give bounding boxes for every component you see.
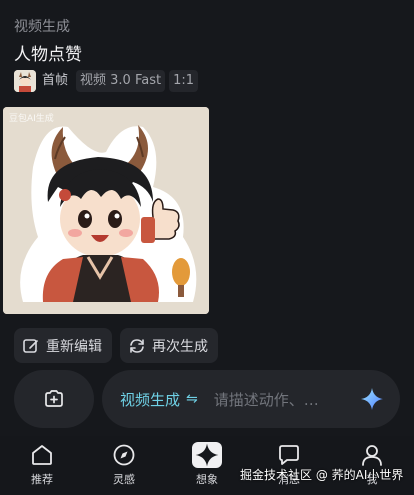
upload-image-button[interactable] xyxy=(14,370,94,428)
nav-item-home[interactable]: 推荐 xyxy=(17,442,67,487)
chat-icon xyxy=(279,445,299,465)
regenerate-label: 再次生成 xyxy=(152,338,208,355)
sparkle-icon xyxy=(195,443,219,467)
camera-plus-icon xyxy=(45,390,63,407)
imagine-button[interactable] xyxy=(192,442,222,468)
character-illustration xyxy=(3,107,209,314)
nav-label-home: 推荐 xyxy=(31,473,53,486)
action-row: 重新编辑 再次生成 xyxy=(14,328,218,363)
generated-video-preview[interactable]: 豆包AI生成 xyxy=(3,107,209,314)
mode-switch-icon[interactable]: ⇋ xyxy=(186,391,198,407)
overlay-watermark: 掘金技术社区 @ 荞的AI小世界 xyxy=(240,468,404,482)
nav-label-inspiration: 灵感 xyxy=(113,473,135,486)
home-icon xyxy=(32,445,52,465)
first-frame-thumbnail[interactable] xyxy=(14,70,36,92)
nav-item-inspiration[interactable]: 灵感 xyxy=(99,442,149,487)
refresh-icon xyxy=(130,338,144,353)
ai-watermark: 豆包AI生成 xyxy=(9,114,54,124)
first-frame-tag: 首帧 xyxy=(42,73,69,88)
model-tag: 视频 3.0 Fast xyxy=(76,70,166,92)
mode-selector[interactable]: 视频生成 xyxy=(120,389,180,410)
nav-item-imagine[interactable]: 想象 xyxy=(182,442,232,487)
prompt-input[interactable]: 请描述动作、… xyxy=(214,389,360,410)
regenerate-button[interactable]: 再次生成 xyxy=(120,328,218,363)
reedit-label: 重新编辑 xyxy=(46,338,102,355)
ratio-tag: 1:1 xyxy=(169,70,198,92)
prompt-title: 人物点赞 xyxy=(14,45,82,65)
compass-icon xyxy=(113,444,135,466)
generation-meta-row: 首帧 视频 3.0 Fast 1:1 xyxy=(14,70,198,92)
nav-label-imagine: 想象 xyxy=(196,473,218,486)
section-label: 视频生成 xyxy=(14,19,70,35)
generate-sparkle-icon[interactable] xyxy=(360,387,384,411)
reedit-button[interactable]: 重新编辑 xyxy=(14,328,112,363)
prompt-composer[interactable]: 视频生成 ⇋ 请描述动作、… xyxy=(102,370,400,428)
person-icon xyxy=(362,445,382,466)
edit-icon xyxy=(23,338,38,353)
